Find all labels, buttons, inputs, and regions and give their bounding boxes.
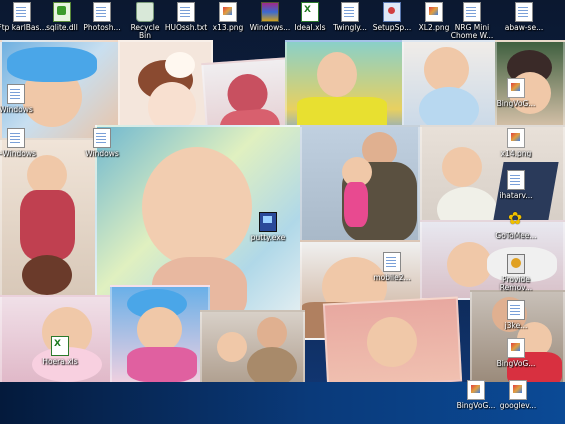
photo-baby-pink-blanket bbox=[322, 296, 463, 382]
flower-icon bbox=[508, 209, 524, 230]
icon-label: j3ke... bbox=[504, 322, 528, 330]
icon-label: abaw-se... bbox=[504, 24, 544, 32]
excel-icon bbox=[51, 336, 69, 356]
desktop-icon-provide-remove[interactable]: Provide Remov... bbox=[488, 254, 544, 292]
desktop-icon-bingvog-2[interactable]: BingVoG... bbox=[488, 338, 544, 368]
icon-label: ~Windows bbox=[0, 150, 36, 158]
icon-label: BingVoG... bbox=[496, 360, 536, 368]
doc-icon bbox=[341, 2, 359, 22]
png-icon bbox=[507, 338, 525, 358]
icon-label: googlev... bbox=[499, 402, 537, 410]
photo-baby-sitting bbox=[402, 40, 502, 135]
desktop-icon-mobile2[interactable]: mobile2... bbox=[364, 252, 420, 282]
png-icon bbox=[507, 78, 525, 98]
doc-icon bbox=[383, 252, 401, 272]
desktop-icon-ihatarv[interactable]: ihatarv... bbox=[488, 170, 544, 200]
desktop-icon-googlev[interactable]: googlev... bbox=[490, 380, 546, 410]
photo-woman-with-baby bbox=[200, 310, 305, 382]
desktop-icon-windows-3[interactable]: Windows bbox=[74, 128, 130, 158]
desktop-icon-j3ke[interactable]: j3ke... bbox=[488, 300, 544, 330]
ftp-icon bbox=[13, 2, 31, 22]
icon-label: Provide Remov... bbox=[499, 276, 533, 292]
desktop-icon-windows-2[interactable]: ~Windows bbox=[0, 128, 44, 158]
icon-label: mobile2... bbox=[373, 274, 411, 282]
icon-label: x14.png bbox=[500, 150, 532, 158]
doc-icon bbox=[7, 128, 25, 148]
png-icon bbox=[507, 128, 525, 148]
doc-icon bbox=[507, 170, 525, 190]
wallpaper-photo-collage bbox=[0, 40, 565, 382]
desktop-icon-bingvog-1[interactable]: BingVoG... bbox=[488, 78, 544, 108]
png-icon bbox=[467, 380, 485, 400]
recycle-bin-icon bbox=[136, 2, 154, 22]
icon-label: putty.exe bbox=[250, 234, 286, 242]
icon-label: BingVoG... bbox=[496, 100, 536, 108]
doc-icon bbox=[93, 2, 111, 22]
desktop-icon-x14[interactable]: x14.png bbox=[488, 128, 544, 158]
desktop-icon-putty[interactable]: putty.exe bbox=[240, 212, 296, 242]
desktop-icon-hoera-xls[interactable]: Hoera.xls bbox=[32, 336, 88, 366]
icon-label: Hoera.xls bbox=[42, 358, 78, 366]
photo-baby-blue-hat-2 bbox=[110, 285, 210, 382]
photo-man-holding-baby bbox=[300, 125, 420, 245]
desktop-icon-nrg-mini[interactable]: NRG Mini Chome W... bbox=[444, 2, 500, 40]
archive-icon bbox=[261, 2, 279, 22]
desktop-icon-abaw[interactable]: abaw-se... bbox=[496, 2, 552, 32]
icon-label: NRG Mini Chome W... bbox=[450, 24, 494, 40]
icon-label: GoToMee... bbox=[495, 232, 537, 240]
icon-label: Windows bbox=[0, 106, 33, 114]
icon-label: Windows bbox=[85, 150, 119, 158]
excel-icon bbox=[301, 2, 319, 22]
doc-icon bbox=[93, 128, 111, 148]
desktop-icon-windows-1[interactable]: Windows bbox=[0, 84, 44, 114]
setup-icon bbox=[383, 2, 401, 22]
putty-icon bbox=[259, 212, 277, 232]
text-file-icon bbox=[177, 2, 195, 22]
png-icon bbox=[219, 2, 237, 22]
desktop-icon-gotomee[interactable]: GoToMee... bbox=[488, 209, 544, 240]
doc-icon bbox=[507, 300, 525, 320]
png-icon bbox=[425, 2, 443, 22]
remove-icon bbox=[507, 254, 525, 274]
doc-icon bbox=[7, 84, 25, 104]
dll-icon bbox=[53, 2, 71, 22]
icon-label: ihatarv... bbox=[499, 192, 533, 200]
photo-toddler-red bbox=[0, 138, 100, 298]
png-icon bbox=[509, 380, 527, 400]
doc-icon bbox=[515, 2, 533, 22]
doc-icon bbox=[463, 2, 481, 22]
